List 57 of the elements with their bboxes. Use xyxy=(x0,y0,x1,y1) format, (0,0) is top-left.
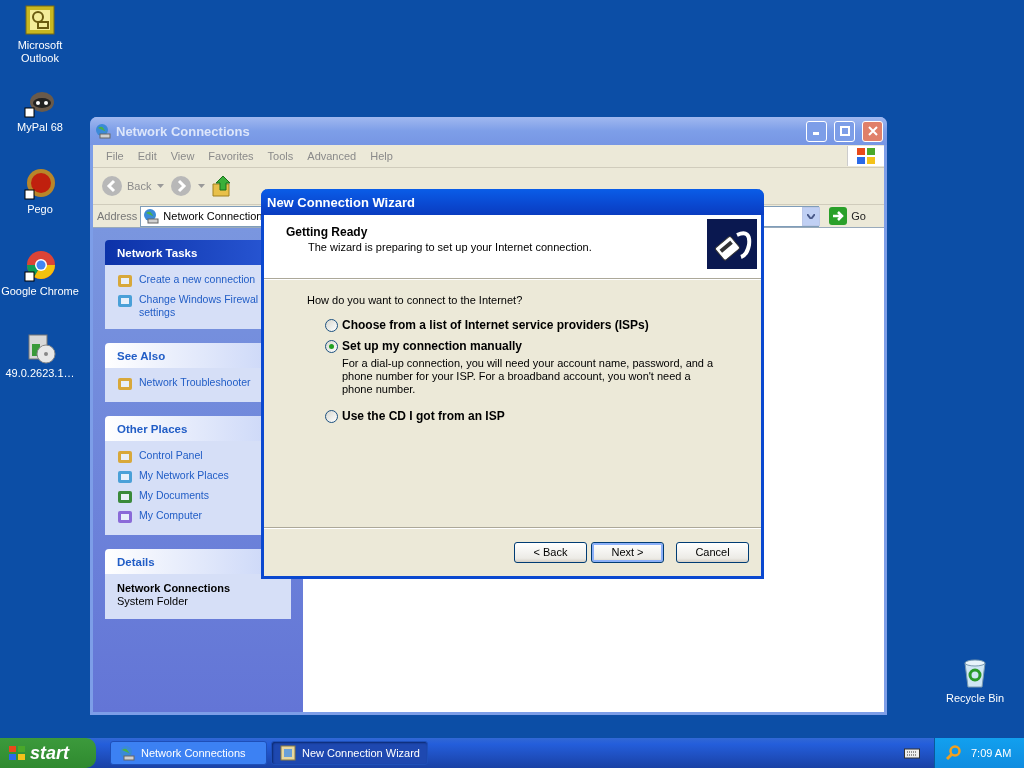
task-icon xyxy=(117,376,133,392)
details-name: Network Connections xyxy=(117,582,232,594)
radio-button[interactable] xyxy=(325,339,338,353)
chrome-icon[interactable] xyxy=(24,250,56,282)
radio-button[interactable] xyxy=(325,409,338,423)
details-type: System Folder xyxy=(117,595,189,607)
task-link[interactable]: My Documents xyxy=(139,489,210,502)
taskbar-button[interactable]: New Connection Wizard xyxy=(271,741,428,765)
desktop-icon-label[interactable]: 49.0.2623.1… xyxy=(0,367,80,380)
task-icon xyxy=(117,489,133,505)
wizard-button[interactable]: < Back xyxy=(514,541,587,563)
desktop-icon-label[interactable]: Google Chrome xyxy=(0,285,80,298)
window-title: Network Connections xyxy=(116,123,250,139)
task-icon xyxy=(117,273,133,289)
network-globe-icon xyxy=(95,123,111,139)
wizard-icon xyxy=(280,745,296,761)
clock: 7:09 AM xyxy=(971,747,1012,759)
radio-option[interactable]: Use the CD I got from an ISP xyxy=(325,409,761,423)
option-description: For a dial-up connection, you will need your account name, password, and a phone number for your ISP. For a broadband account, you won't need a phone number. xyxy=(341,357,715,396)
dropdown-caret-icon xyxy=(807,213,816,219)
task-link[interactable]: Change Windows Firewal settings xyxy=(139,293,259,319)
task-icon xyxy=(117,469,133,485)
desktop-icon-label[interactable]: Pego xyxy=(0,203,80,216)
task-link[interactable]: My Network Places xyxy=(139,469,229,482)
maximize-icon xyxy=(839,126,850,136)
windows-flag-icon xyxy=(847,146,884,166)
wizard-heading: Getting Ready xyxy=(286,225,369,239)
windows-flag-icon xyxy=(8,745,26,761)
task-link[interactable]: Network Troubleshooter xyxy=(139,376,251,389)
calendar-icon[interactable] xyxy=(24,4,56,36)
keyboard-icon[interactable] xyxy=(904,747,920,759)
task-icon xyxy=(117,509,133,525)
start-button[interactable]: start xyxy=(0,738,96,768)
network-globe-icon xyxy=(143,208,160,224)
go-arrow-icon xyxy=(829,207,848,225)
task-link[interactable]: Create a new connection xyxy=(139,273,256,286)
radio-button[interactable] xyxy=(325,318,338,332)
network-globe-icon xyxy=(119,745,135,761)
radio-option[interactable]: Set up my connection manually xyxy=(325,339,761,353)
desktop-icon-label[interactable]: MyPal 68 xyxy=(0,121,80,134)
question-text: How do you want to connect to the Internet? xyxy=(307,294,524,306)
task-icon xyxy=(117,449,133,465)
task-icon xyxy=(117,293,133,309)
radio-option[interactable]: Choose from a list of Internet service providers (ISPs) xyxy=(325,318,761,332)
wizard-button[interactable]: Cancel xyxy=(676,541,749,563)
task-link[interactable]: Control Panel xyxy=(139,449,203,462)
wizard-subheading: The wizard is preparing to set up your Internet connection. xyxy=(307,241,592,253)
network-plug-icon xyxy=(707,219,757,269)
wizard-button[interactable]: Next > xyxy=(591,541,664,563)
desktop-icon-label[interactable]: Microsoft Outlook xyxy=(0,39,80,65)
task-link[interactable]: My Computer xyxy=(139,509,202,522)
ball-icon[interactable] xyxy=(24,168,56,200)
desktop-icon-label[interactable]: Recycle Bin xyxy=(935,692,1015,705)
taskbar-button[interactable]: Network Connections xyxy=(110,741,267,765)
address-label: Address xyxy=(97,210,138,222)
close-icon xyxy=(867,126,878,136)
dialog-title: New Connection Wizard xyxy=(267,194,415,210)
